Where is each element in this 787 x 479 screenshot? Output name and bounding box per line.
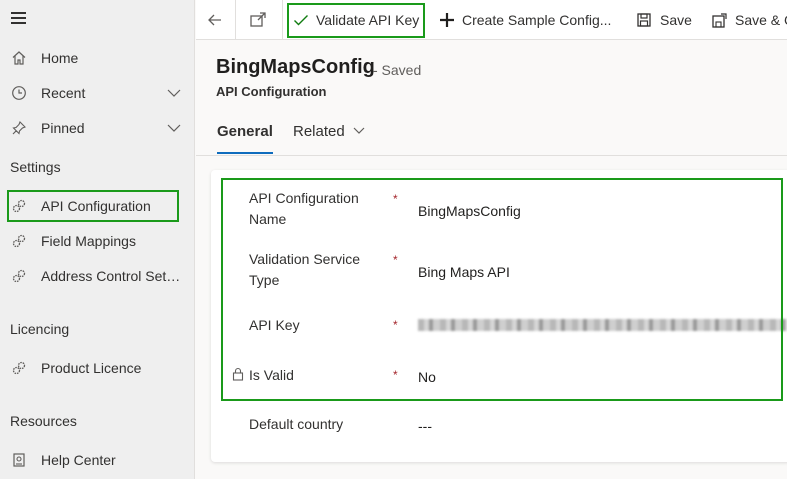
chevron-down-icon[interactable] — [167, 121, 181, 135]
default-country-field[interactable]: --- — [418, 418, 432, 434]
create-sample-config-label: Create Sample Config... — [462, 12, 612, 28]
validation-service-type-field[interactable]: Bing Maps API — [418, 264, 510, 280]
clock-icon — [11, 85, 27, 101]
field-label-validation-service-type: Validation Service Type — [249, 249, 384, 291]
gears-icon — [11, 268, 27, 284]
back-button[interactable] — [206, 0, 224, 40]
required-indicator: * — [393, 192, 398, 206]
sidebar-item-label: Pinned — [41, 120, 85, 136]
toolbar-separator — [282, 0, 283, 40]
sidebar-item-label: Home — [41, 50, 79, 66]
required-indicator: * — [393, 253, 398, 267]
home-icon — [11, 50, 27, 66]
sidebar-item-label: Product Licence — [41, 360, 142, 376]
field-label-is-valid: Is Valid — [249, 367, 294, 383]
field-label-api-configuration-name: API Configuration Name — [249, 188, 384, 230]
gears-icon — [11, 360, 27, 376]
help-document-icon — [11, 452, 27, 468]
sidebar-item-label: Help Center — [41, 452, 116, 468]
gears-icon — [11, 233, 27, 249]
arrow-left-icon — [208, 14, 221, 26]
tab-related-label: Related — [293, 123, 345, 140]
plus-icon — [440, 13, 454, 27]
label-line: Validation Service — [249, 251, 361, 267]
toolbar-separator — [235, 0, 236, 40]
required-indicator: * — [393, 318, 398, 332]
checkmark-icon — [294, 15, 308, 26]
save-and-close-icon — [712, 12, 727, 28]
section-title-settings: Settings — [10, 159, 61, 175]
tab-related[interactable]: Related — [293, 123, 365, 140]
section-title-licencing: Licencing — [10, 321, 70, 337]
save-and-close-label: Save & C — [735, 12, 787, 28]
field-label-api-key: API Key — [249, 317, 300, 333]
save-status: - Saved — [373, 62, 422, 78]
tab-general[interactable]: General — [217, 123, 273, 140]
create-sample-config-button[interactable]: Create Sample Config... — [439, 0, 611, 40]
is-valid-field: No — [418, 369, 436, 385]
field-label-default-country: Default country — [249, 416, 344, 432]
sidebar-item-pinned[interactable]: Pinned — [0, 112, 195, 144]
pin-icon — [11, 120, 27, 136]
sidebar-item-home[interactable]: Home — [0, 42, 195, 74]
sidebar-item-recent[interactable]: Recent — [0, 77, 195, 109]
section-title-resources: Resources — [10, 413, 77, 429]
sidebar-item-product-licence[interactable]: Product Licence — [0, 352, 195, 384]
chevron-down-icon[interactable] — [167, 86, 181, 100]
chevron-down-icon — [353, 127, 365, 134]
open-in-new-window-icon — [250, 12, 266, 27]
command-bar: Validate API Key Create Sample Config...… — [196, 0, 787, 40]
sidebar: Home Recent Pinned Settings API Configur… — [0, 0, 195, 479]
sidebar-item-label: Address Control Sett... — [41, 268, 181, 284]
open-in-new-window-button[interactable] — [249, 0, 267, 40]
save-icon — [637, 13, 651, 27]
lock-icon — [232, 367, 244, 381]
entity-name: API Configuration — [216, 84, 327, 99]
active-tab-indicator — [217, 152, 273, 154]
label-line: API Configuration — [249, 190, 359, 206]
save-label: Save — [660, 12, 692, 28]
required-indicator: * — [393, 368, 398, 382]
sidebar-item-address-control-settings[interactable]: Address Control Sett... — [0, 260, 195, 292]
label-line: Name — [249, 211, 287, 227]
header-divider — [196, 155, 787, 156]
validate-api-key-label: Validate API Key — [316, 12, 420, 28]
validate-api-key-button[interactable]: Validate API Key — [293, 0, 419, 40]
save-and-close-button[interactable]: Save & C — [711, 0, 787, 40]
record-title: BingMapsConfig — [216, 56, 375, 78]
label-line: Type — [249, 272, 280, 288]
sidebar-item-label: Recent — [41, 85, 86, 101]
app-window: Home Recent Pinned Settings API Configur… — [0, 0, 787, 479]
gears-icon — [11, 198, 27, 214]
sidebar-item-api-configuration[interactable]: API Configuration — [0, 190, 195, 222]
sidebar-item-help-center[interactable]: Help Center — [0, 444, 195, 476]
api-configuration-name-field[interactable]: BingMapsConfig — [418, 203, 521, 219]
sidebar-item-field-mappings[interactable]: Field Mappings — [0, 225, 195, 257]
api-key-field-redacted[interactable] — [418, 319, 787, 331]
hamburger-menu-icon[interactable] — [11, 12, 27, 26]
sidebar-item-label: API Configuration — [41, 198, 151, 214]
sidebar-item-label: Field Mappings — [41, 233, 136, 249]
save-button[interactable]: Save — [636, 0, 692, 40]
